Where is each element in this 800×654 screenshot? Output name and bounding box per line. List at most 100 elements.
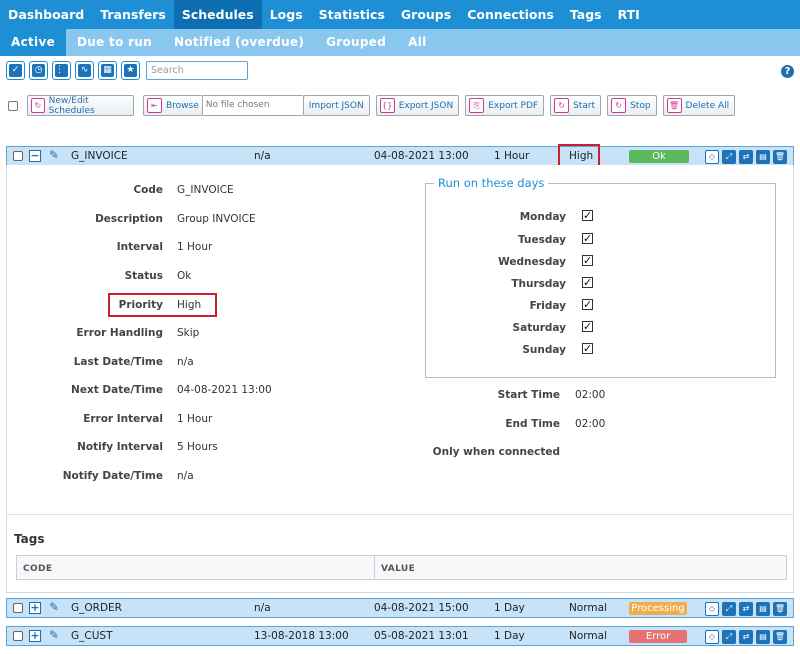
day-checkbox[interactable]: ✓ bbox=[582, 277, 593, 288]
tag-icon[interactable]: ◇ bbox=[705, 602, 719, 616]
field-label: Notify Interval bbox=[77, 441, 163, 453]
nav-groups[interactable]: Groups bbox=[393, 0, 459, 29]
schedule-row[interactable]: + ✎ G_ORDER n/a 04-08-2021 15:00 1 Day N… bbox=[6, 598, 794, 618]
calendar-icon[interactable]: ▦ bbox=[98, 61, 117, 80]
delete-all-button[interactable]: 🗑 Delete All bbox=[662, 95, 736, 116]
schedule-detail-panel: Code G_INVOICE Description Group INVOICE… bbox=[6, 165, 794, 593]
tab-due-to-run[interactable]: Due to run bbox=[66, 29, 163, 56]
row-checkbox[interactable] bbox=[13, 631, 23, 641]
edit-icon[interactable]: ✎ bbox=[49, 148, 59, 162]
file-input[interactable]: No file chosen bbox=[202, 95, 303, 116]
day-checkbox[interactable]: ✓ bbox=[582, 299, 593, 310]
expand-icon[interactable]: + bbox=[29, 602, 41, 614]
interval: 1 Day bbox=[494, 602, 525, 614]
edit-icon[interactable]: ✎ bbox=[49, 628, 59, 642]
field-value: n/a bbox=[177, 356, 194, 368]
export-pdf-button[interactable]: ⎘ Export PDF bbox=[465, 95, 545, 116]
day-checkbox[interactable]: ✓ bbox=[582, 255, 593, 266]
nav-connections[interactable]: Connections bbox=[459, 0, 562, 29]
last-run: n/a bbox=[254, 150, 271, 162]
chart-icon[interactable]: ⤢ bbox=[722, 150, 736, 164]
field-value: Group INVOICE bbox=[177, 213, 256, 225]
star-icon[interactable]: ★ bbox=[121, 61, 140, 80]
row-checkbox[interactable] bbox=[13, 151, 23, 161]
grid-icon[interactable]: ⋮⋮ bbox=[52, 61, 73, 80]
start-icon: ↻ bbox=[554, 98, 570, 113]
next-run: 05-08-2021 13:01 bbox=[374, 630, 469, 642]
row-actions: ◇ ⤢ ⇄ ▤ 🗑 bbox=[705, 602, 787, 616]
nav-schedules[interactable]: Schedules bbox=[173, 0, 262, 29]
field-label: Status bbox=[124, 270, 163, 282]
field-label: Code bbox=[133, 184, 163, 196]
document-icon[interactable]: ▤ bbox=[756, 602, 770, 616]
trash-icon[interactable]: 🗑 bbox=[773, 630, 787, 644]
sync-icon[interactable]: ⇄ bbox=[739, 602, 753, 616]
interval: 1 Day bbox=[494, 630, 525, 642]
nav-statistics[interactable]: Statistics bbox=[311, 0, 393, 29]
field-label: Last Date/Time bbox=[73, 356, 163, 368]
run-days-title: Run on these days bbox=[434, 176, 549, 190]
day-checkbox[interactable]: ✓ bbox=[582, 343, 593, 354]
day-checkbox[interactable]: ✓ bbox=[582, 210, 593, 221]
chart-icon[interactable]: ⤢ bbox=[722, 602, 736, 616]
schedule-name: G_INVOICE bbox=[71, 150, 128, 162]
chart-icon[interactable]: ⤢ bbox=[722, 630, 736, 644]
next-run: 04-08-2021 15:00 bbox=[374, 602, 469, 614]
field-value: 1 Hour bbox=[177, 241, 213, 253]
day-checkbox[interactable]: ✓ bbox=[582, 233, 593, 244]
sync-icon[interactable]: ⇄ bbox=[739, 150, 753, 164]
start-time-value: 02:00 bbox=[575, 389, 606, 401]
help-icon[interactable]: ? bbox=[781, 65, 794, 78]
export-json-button[interactable]: {} Export JSON bbox=[375, 95, 460, 116]
field-label: Error Handling bbox=[76, 327, 163, 339]
priority: Normal bbox=[569, 602, 607, 614]
expand-icon[interactable]: + bbox=[29, 630, 41, 642]
trash-icon[interactable]: 🗑 bbox=[773, 602, 787, 616]
day-label: Tuesday bbox=[518, 234, 566, 246]
tag-icon[interactable]: ◇ bbox=[705, 150, 719, 164]
row-checkbox[interactable] bbox=[13, 603, 23, 613]
day-label: Wednesday bbox=[498, 256, 566, 268]
collapse-icon[interactable]: − bbox=[29, 150, 41, 162]
divider bbox=[7, 514, 793, 515]
select-all-icon[interactable]: ✓ bbox=[6, 61, 25, 80]
nav-rti[interactable]: RTI bbox=[610, 0, 648, 29]
nav-transfers[interactable]: Transfers bbox=[92, 0, 174, 29]
tab-active[interactable]: Active bbox=[0, 29, 67, 56]
field-value: 5 Hours bbox=[177, 441, 218, 453]
tab-grouped[interactable]: Grouped bbox=[315, 29, 397, 56]
nav-logs[interactable]: Logs bbox=[262, 0, 311, 29]
document-icon[interactable]: ▤ bbox=[756, 150, 770, 164]
tags-title: Tags bbox=[14, 532, 45, 546]
document-icon[interactable]: ▤ bbox=[756, 630, 770, 644]
clock-icon[interactable]: ◷ bbox=[29, 61, 48, 80]
edit-icon[interactable]: ✎ bbox=[49, 600, 59, 614]
tab-all[interactable]: All bbox=[397, 29, 437, 56]
next-run: 04-08-2021 13:00 bbox=[374, 150, 469, 162]
activity-icon[interactable]: ∿ bbox=[75, 61, 94, 80]
schedule-row[interactable]: − ✎ G_INVOICE n/a 04-08-2021 13:00 1 Hou… bbox=[6, 144, 794, 168]
import-icon: ⇤ bbox=[147, 98, 162, 113]
new-edit-schedules-button[interactable]: ↻ New/Edit Schedules bbox=[27, 95, 134, 116]
search-input[interactable]: Search bbox=[146, 61, 248, 80]
nav-tags[interactable]: Tags bbox=[562, 0, 610, 29]
status-badge: Error bbox=[629, 630, 687, 643]
nav-dashboard[interactable]: Dashboard bbox=[0, 0, 92, 29]
sync-icon[interactable]: ⇄ bbox=[739, 630, 753, 644]
icon-toolbar: ✓ ◷ ⋮⋮ ∿ ▦ ★ Search bbox=[6, 61, 248, 80]
tag-icon[interactable]: ◇ bbox=[705, 630, 719, 644]
day-checkbox[interactable]: ✓ bbox=[582, 321, 593, 332]
priority-field-highlight bbox=[108, 293, 217, 317]
field-label: Interval bbox=[116, 241, 163, 253]
trash-icon[interactable]: 🗑 bbox=[773, 150, 787, 164]
only-when-connected-label: Only when connected bbox=[432, 446, 560, 458]
stop-button[interactable]: ↻ Stop bbox=[607, 95, 657, 116]
schedule-row[interactable]: + ✎ G_CUST 13-08-2018 13:00 05-08-2021 1… bbox=[6, 626, 794, 646]
tab-notified-overdue[interactable]: Notified (overdue) bbox=[163, 29, 315, 56]
import-json-button[interactable]: Import JSON bbox=[302, 95, 370, 116]
field-label: Error Interval bbox=[83, 413, 163, 425]
trash-icon: 🗑 bbox=[666, 98, 682, 113]
browse-button[interactable]: ⇤ Browse bbox=[143, 95, 203, 116]
start-button[interactable]: ↻ Start bbox=[550, 95, 602, 116]
select-all-checkbox[interactable] bbox=[8, 100, 18, 111]
